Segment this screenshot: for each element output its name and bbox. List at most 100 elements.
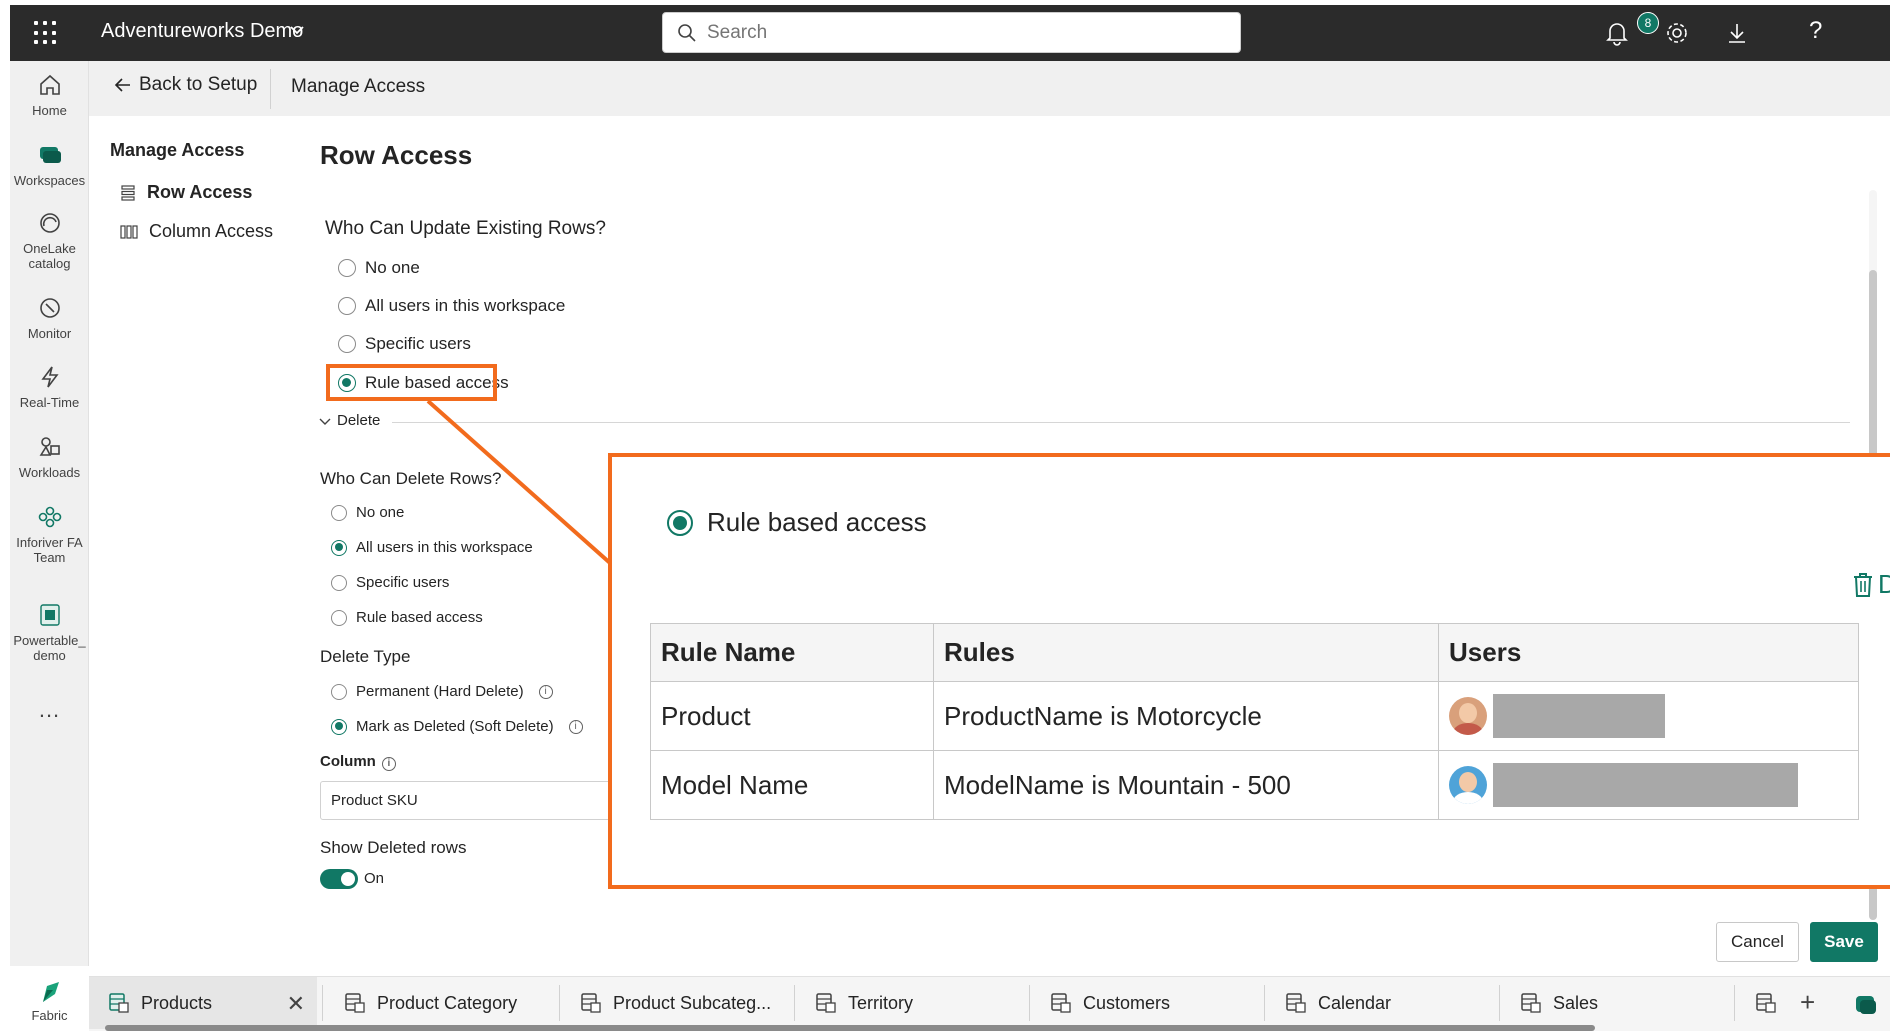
rail-label: Workloads [18, 465, 81, 480]
save-button[interactable]: Save [1810, 922, 1878, 962]
delete-type-hard[interactable]: Permanent (Hard Delete) i [331, 683, 553, 700]
delete-type-soft[interactable]: Mark as Deleted (Soft Delete) i [331, 718, 583, 735]
rail-item-inforiver-fa-team[interactable]: Inforiver FA Team [10, 503, 89, 565]
delete-rule-button[interactable]: D [1852, 569, 1890, 600]
show-deleted-toggle[interactable] [320, 869, 358, 889]
search-input[interactable] [707, 19, 1217, 47]
delete-section-toggle[interactable]: Delete [318, 412, 380, 429]
column-label-text: Column [320, 753, 376, 770]
tab-divider [1264, 985, 1265, 1021]
horizontal-scrollbar[interactable] [105, 1025, 1595, 1031]
gear-icon[interactable] [1663, 19, 1691, 47]
subnav-label: Row Access [147, 182, 253, 202]
radio-button[interactable] [331, 574, 347, 591]
download-icon[interactable] [1723, 19, 1751, 47]
radio-button[interactable] [331, 504, 347, 521]
radio-button-selected[interactable] [331, 718, 347, 735]
tab-sales[interactable]: Sales [1501, 977, 1731, 1029]
update-option-specific-users[interactable]: Specific users [338, 334, 471, 354]
delete-option-no-one[interactable]: No one [331, 504, 404, 521]
subnav-item-column-access[interactable]: Column Access [120, 221, 273, 242]
radio-button[interactable] [331, 683, 347, 700]
table-row[interactable]: Model Name ModelName is Mountain - 500 [650, 750, 1859, 820]
trash-icon [1854, 572, 1872, 597]
rail-item-monitor[interactable]: Monitor [10, 294, 89, 341]
tab-divider [794, 985, 795, 1021]
radio-button[interactable] [338, 297, 356, 315]
rail-label: Powertable_ demo [13, 633, 86, 663]
rail-item-workloads[interactable]: Workloads [10, 433, 89, 480]
radio-button-selected[interactable] [331, 539, 347, 556]
show-deleted-label: Show Deleted rows [320, 838, 467, 857]
search-icon [678, 24, 696, 42]
tab-label: Products [141, 992, 213, 1013]
cancel-button[interactable]: Cancel [1716, 922, 1799, 962]
rule-name-cell: Model Name [650, 750, 934, 820]
subnav-item-row-access[interactable]: Row Access [120, 182, 252, 203]
help-icon[interactable]: ? [1809, 17, 1822, 45]
tab-label: Territory [848, 992, 914, 1013]
tab-product-subcategory[interactable]: Product Subcateg... [561, 977, 791, 1029]
delete-option-rule-based[interactable]: Rule based access [331, 609, 483, 626]
rail-item-powertable-demo[interactable]: Powertable_ demo [10, 601, 89, 663]
add-tab-button[interactable]: + [1800, 987, 1815, 1018]
avatar [1449, 697, 1487, 735]
monitor-icon [39, 298, 60, 318]
tab-overflow[interactable] [1736, 977, 1788, 1029]
zoom-rule-based-radio[interactable]: Rule based access [667, 507, 927, 538]
copilot-icon[interactable] [1852, 991, 1880, 1019]
radio-button[interactable] [338, 259, 356, 277]
column-header: Rule Name [650, 623, 934, 682]
back-to-setup-link[interactable]: Back to Setup [113, 74, 257, 96]
update-option-no-one[interactable]: No one [338, 258, 420, 278]
close-icon[interactable]: ✕ [287, 991, 305, 1017]
rail-label: OneLake catalog [23, 241, 76, 271]
table-icon [816, 993, 836, 1013]
table-tab-bar: Products ✕ Product Category Product Subc… [89, 976, 1890, 1031]
real-time-icon [40, 366, 59, 388]
tab-customers[interactable]: Customers [1031, 977, 1261, 1029]
tab-label: Customers [1083, 992, 1171, 1013]
rail-item-onelake[interactable]: OneLake catalog [10, 209, 89, 271]
rail-item-home[interactable]: Home [10, 71, 89, 118]
trash-label: D [1878, 569, 1890, 599]
back-label: Back to Setup [139, 74, 258, 95]
rail-item-workspaces[interactable]: Workspaces [10, 141, 89, 188]
delete-option-all-users[interactable]: All users in this workspace [331, 539, 533, 556]
workspace-name[interactable]: Adventureworks Demo [101, 20, 303, 43]
table-icon [1521, 993, 1541, 1013]
tab-divider [1734, 985, 1735, 1021]
fabric-switcher[interactable]: Fabric [10, 966, 89, 1031]
app-launcher-icon[interactable] [34, 21, 58, 45]
radio-button-selected[interactable] [667, 509, 693, 536]
radio-button[interactable] [338, 335, 356, 353]
tab-calendar[interactable]: Calendar [1266, 977, 1496, 1029]
rail-label: Home [32, 103, 67, 118]
delete-option-specific-users[interactable]: Specific users [331, 574, 449, 591]
tab-products[interactable]: Products ✕ [89, 977, 317, 1029]
rule-cell: ProductName is Motorcycle [933, 681, 1439, 751]
rail-item-real-time[interactable]: Real-Time [10, 363, 89, 410]
table-icon [1756, 993, 1776, 1013]
onelake-icon [39, 213, 60, 233]
column-select[interactable]: Product SKU [320, 781, 611, 820]
more-icon[interactable]: ... [10, 697, 89, 723]
rule-cell: ModelName is Mountain - 500 [933, 750, 1439, 820]
info-icon[interactable]: i [568, 719, 583, 734]
update-option-all-users[interactable]: All users in this workspace [338, 296, 565, 316]
table-icon [345, 993, 365, 1013]
bell-icon[interactable] [1603, 19, 1631, 47]
chevron-down-icon[interactable] [287, 19, 307, 41]
left-rail: Home Workspaces OneLake catalog Monitor … [10, 61, 89, 1031]
update-question: Who Can Update Existing Rows? [325, 218, 606, 239]
tab-divider [1029, 985, 1030, 1021]
info-icon[interactable]: i [381, 757, 396, 771]
radio-button[interactable] [331, 609, 347, 626]
search-box[interactable] [662, 12, 1241, 53]
tab-territory[interactable]: Territory [796, 977, 1026, 1029]
top-bar: Adventureworks Demo 8 ? [10, 5, 1890, 61]
notification-badge: 8 [1637, 12, 1659, 34]
table-row[interactable]: Product ProductName is Motorcycle [650, 681, 1859, 751]
tab-product-category[interactable]: Product Category [325, 977, 555, 1029]
info-icon[interactable]: i [538, 684, 553, 699]
